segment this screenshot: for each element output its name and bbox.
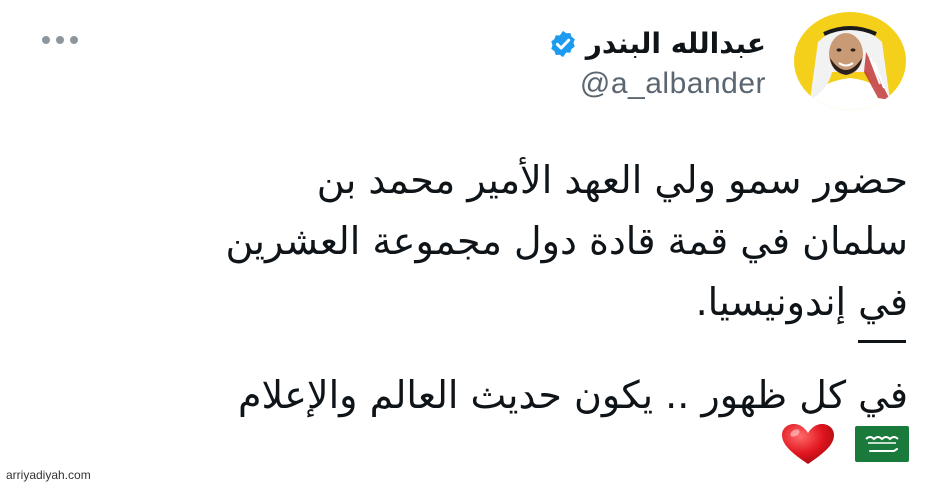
display-name[interactable]: عبدالله البندر — [586, 24, 766, 64]
tweet-body: حضور سمو ولي العهد الأمير محمد بن سلمان … — [48, 150, 908, 333]
name-row: عبدالله البندر — [548, 24, 766, 64]
divider-dash — [858, 340, 906, 343]
verified-badge-icon — [550, 30, 575, 58]
user-handle[interactable]: @a_albander — [580, 64, 766, 104]
header-text: عبدالله البندر @a_albander — [548, 24, 766, 104]
heart-emoji — [782, 424, 834, 464]
saudi-flag-emoji — [855, 426, 909, 462]
tweet-line: في إندونيسيا. — [695, 280, 908, 324]
tweet-line: سلمان في قمة قادة دول مجموعة العشرين — [225, 219, 908, 263]
avatar[interactable] — [794, 12, 906, 110]
tweet-line: حضور سمو ولي العهد الأمير محمد بن — [316, 158, 908, 202]
more-dot — [42, 36, 50, 44]
more-options-button[interactable] — [42, 36, 78, 44]
emoji-row — [780, 422, 910, 466]
more-dot — [56, 36, 64, 44]
tweet-second-line: في كل ظهور .. يكون حديث العالم والإعلام — [238, 373, 908, 417]
avatar-portrait-icon — [804, 26, 896, 110]
more-dot — [70, 36, 78, 44]
watermark: arriyadiyah.com — [6, 468, 91, 482]
